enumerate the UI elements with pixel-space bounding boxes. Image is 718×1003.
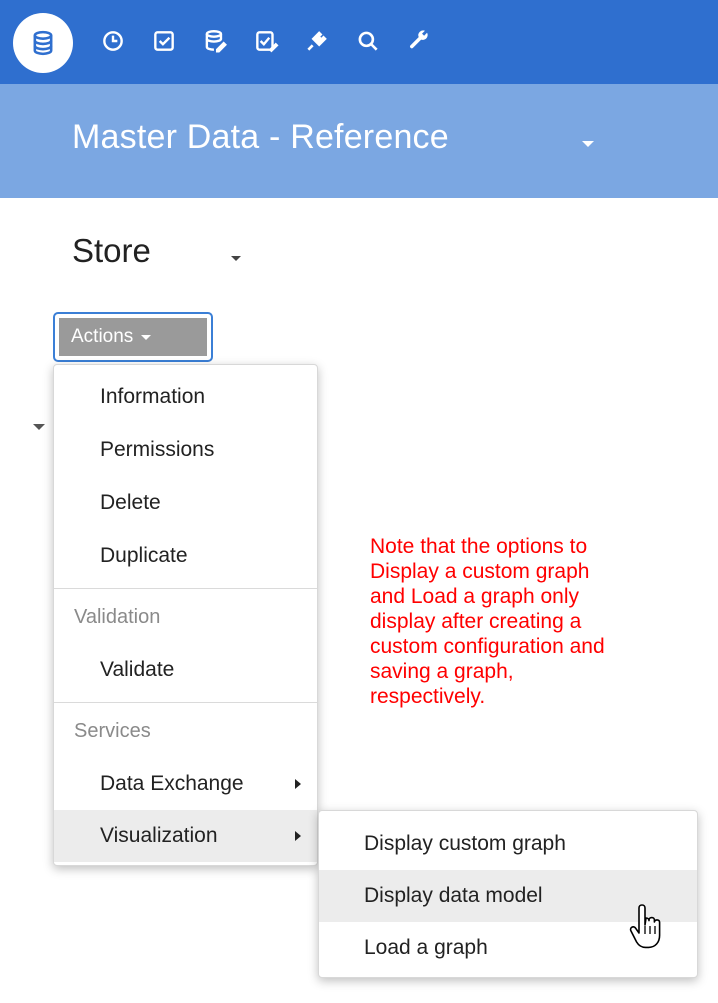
note-line: respectively.: [370, 685, 486, 708]
menu-item-duplicate[interactable]: Duplicate: [54, 530, 317, 582]
menu-divider: [54, 702, 317, 703]
history-icon[interactable]: [93, 21, 133, 61]
top-toolbar: [0, 0, 718, 84]
checklist-icon[interactable]: [246, 21, 286, 61]
actions-label: Actions: [71, 326, 134, 347]
menu-header-validation: Validation: [74, 605, 161, 628]
hand-cursor-icon: [629, 904, 661, 949]
database-icon[interactable]: [13, 13, 73, 73]
menu-item-visualization[interactable]: Visualization: [54, 810, 317, 862]
database-edit-icon[interactable]: [195, 21, 235, 61]
note-line: and Load a graph only: [370, 585, 580, 608]
plug-icon[interactable]: [297, 21, 337, 61]
note-line: custom configuration and: [370, 635, 605, 658]
note-line: saving a graph,: [370, 660, 514, 683]
menu-item-label: Visualization: [100, 824, 218, 847]
menu-item-label: Data Exchange: [100, 772, 244, 795]
note-line: Display a custom graph: [370, 560, 590, 583]
annotation-note: Note that the options to Display a custo…: [370, 534, 700, 709]
page-title[interactable]: Store: [72, 232, 151, 270]
menu-item-display-custom-graph[interactable]: Display custom graph: [319, 818, 697, 870]
wrench-icon[interactable]: [399, 21, 439, 61]
actions-button[interactable]: Actions: [53, 312, 213, 362]
chevron-down-icon[interactable]: [231, 256, 241, 261]
caret-down-icon: [141, 334, 152, 340]
actions-button-inner[interactable]: Actions: [59, 318, 207, 356]
actions-menu: Information Permissions Delete Duplicate…: [53, 364, 318, 866]
menu-header-services: Services: [74, 719, 151, 742]
menu-divider: [54, 588, 317, 589]
note-line: display after creating a: [370, 610, 582, 633]
menu-item-information[interactable]: Information: [54, 371, 317, 423]
menu-item-delete[interactable]: Delete: [54, 477, 317, 529]
note-line: Note that the options to: [370, 535, 588, 558]
tree-expand-icon[interactable]: [33, 424, 45, 430]
caret-right-icon: [295, 779, 301, 789]
checkbox-icon[interactable]: [144, 21, 184, 61]
search-icon[interactable]: [348, 21, 388, 61]
menu-item-validate[interactable]: Validate: [54, 644, 317, 696]
menu-item-permissions[interactable]: Permissions: [54, 424, 317, 476]
caret-right-icon: [295, 831, 301, 841]
chevron-down-icon[interactable]: [582, 141, 594, 147]
dataspace-title[interactable]: Master Data - Reference: [72, 118, 449, 157]
menu-item-data-exchange[interactable]: Data Exchange: [54, 758, 317, 810]
